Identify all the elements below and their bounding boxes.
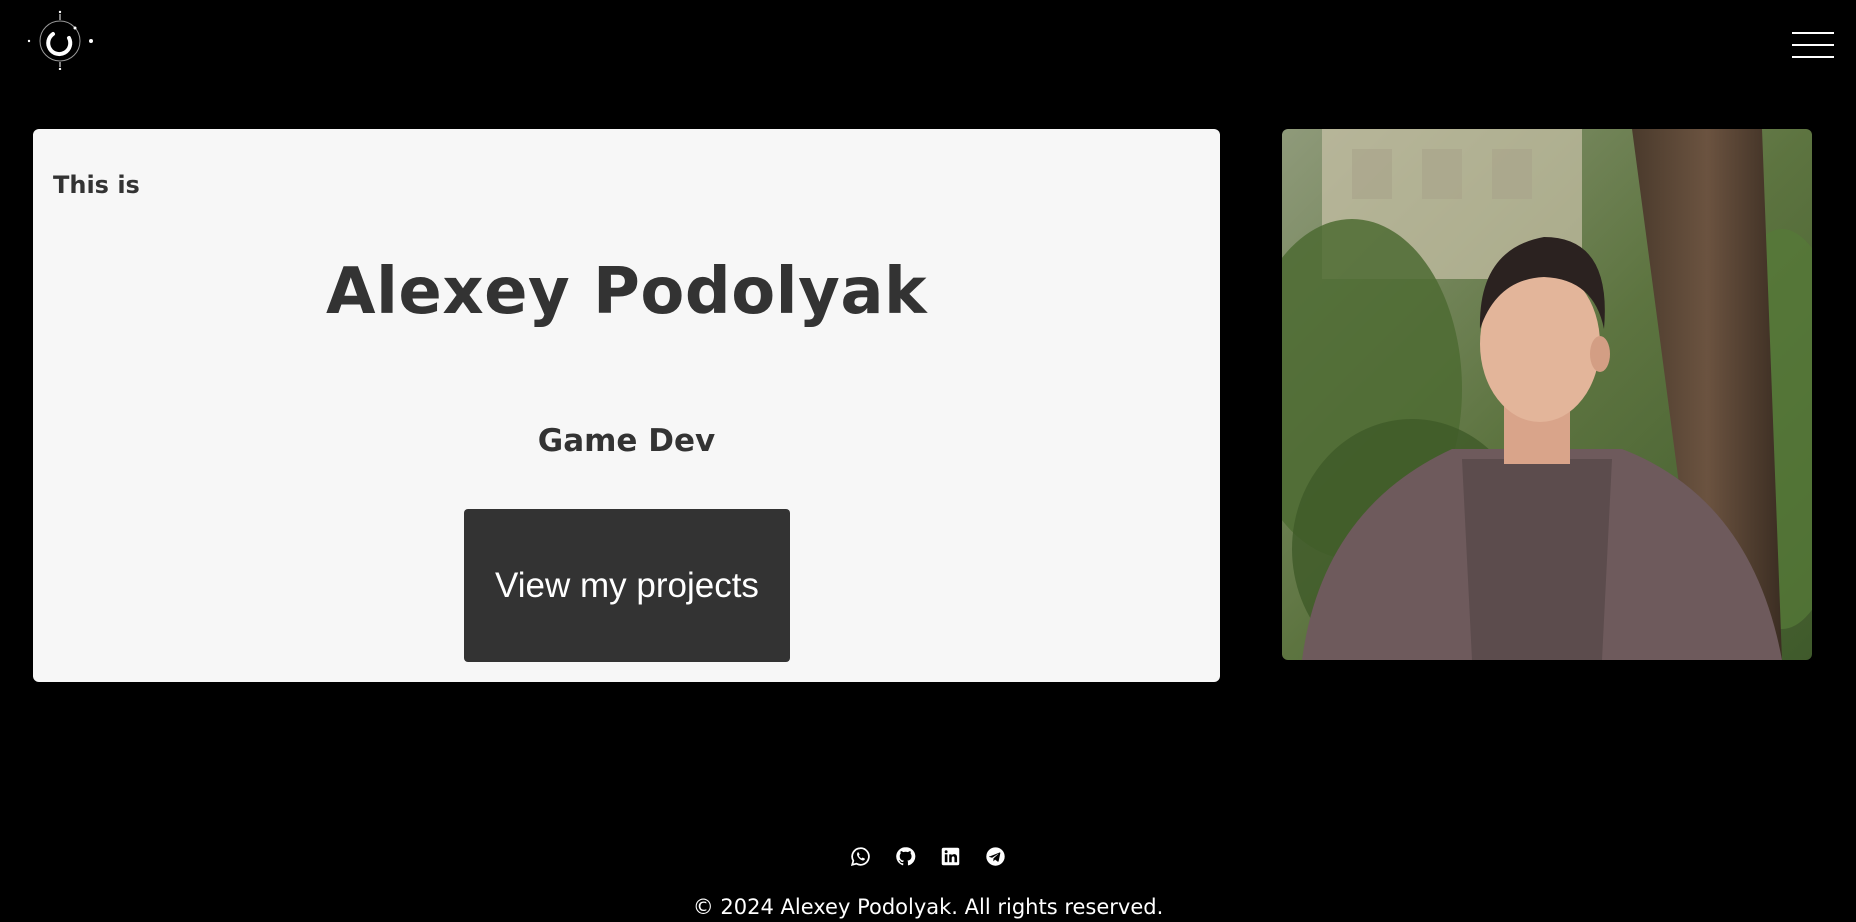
whatsapp-link[interactable] <box>850 846 871 867</box>
github-icon <box>896 847 916 866</box>
logo-link[interactable] <box>25 8 95 71</box>
telegram-icon <box>986 847 1005 866</box>
social-links <box>0 846 1856 867</box>
hero-intro: This is <box>53 171 140 199</box>
github-link[interactable] <box>895 846 916 867</box>
linkedin-icon <box>941 847 960 866</box>
spiral-moon-logo-icon <box>27 10 93 71</box>
linkedin-link[interactable] <box>940 846 961 867</box>
view-projects-button[interactable]: View my projects <box>464 509 790 662</box>
copyright-text: © 2024 Alexey Podolyak. All rights reser… <box>692 895 1164 919</box>
hamburger-menu-button[interactable] <box>1792 28 1834 62</box>
telegram-link[interactable] <box>985 846 1006 867</box>
hero-card: This is Alexey Podolyak Game Dev View my… <box>33 129 1220 682</box>
menu-bar-top <box>1792 32 1834 34</box>
hero-role: Game Dev <box>537 423 716 459</box>
menu-bar-bottom <box>1792 56 1834 58</box>
profile-photo <box>1282 129 1812 660</box>
hero-name: Alexey Podolyak <box>325 255 928 329</box>
menu-bar-middle <box>1792 44 1834 46</box>
whatsapp-icon <box>850 847 870 867</box>
